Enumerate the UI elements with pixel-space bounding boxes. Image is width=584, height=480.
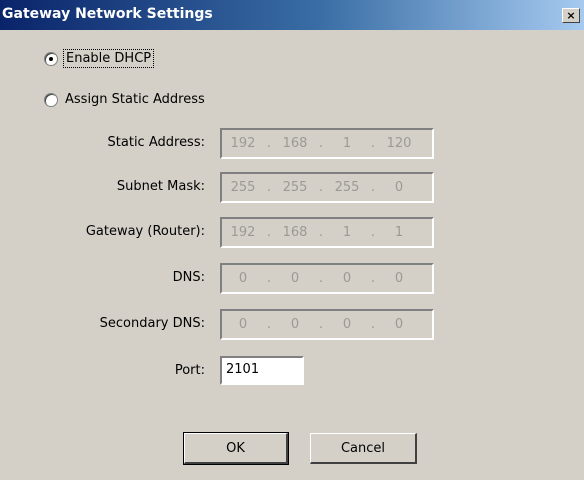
assign-static-radio[interactable]	[44, 92, 58, 107]
enable-dhcp-option[interactable]: Enable DHCP	[44, 49, 155, 68]
port-label: Port:	[174, 363, 205, 378]
ip-octet: 1	[342, 225, 352, 240]
ip-octet: 0	[290, 317, 300, 332]
static-address-label: Static Address:	[107, 135, 205, 150]
assign-static-option[interactable]: Assign Static Address	[44, 92, 205, 107]
dns-field: 0. 0. 0. 0	[220, 263, 434, 294]
ip-octet: 0	[342, 317, 352, 332]
ip-octet: 0	[342, 271, 352, 286]
dns-label: DNS:	[172, 270, 205, 285]
ip-octet: 0	[238, 317, 248, 332]
ip-octet: 0	[394, 180, 404, 195]
gateway-field: 192. 168. 1. 1	[220, 217, 434, 248]
secondary-dns-label: Secondary DNS:	[99, 316, 205, 331]
enable-dhcp-label[interactable]: Enable DHCP	[62, 49, 155, 68]
gateway-label: Gateway (Router):	[85, 224, 205, 239]
ip-octet: 120	[386, 136, 412, 151]
ip-octet: 192	[230, 136, 256, 151]
port-input[interactable]: 2101	[220, 356, 304, 385]
secondary-dns-field: 0. 0. 0. 0	[220, 309, 434, 340]
cancel-button[interactable]: Cancel	[310, 433, 417, 464]
dialog-title: Gateway Network Settings	[2, 6, 213, 22]
ip-octet: 0	[394, 317, 404, 332]
ip-octet: 255	[230, 180, 256, 195]
ip-octet: 0	[238, 271, 248, 286]
enable-dhcp-radio[interactable]	[44, 51, 58, 66]
ip-octet: 192	[230, 225, 256, 240]
close-icon: ×	[566, 9, 576, 22]
title-bar[interactable]: Gateway Network Settings ×	[0, 0, 584, 30]
ip-octet: 1	[394, 225, 404, 240]
close-button[interactable]: ×	[562, 8, 580, 23]
ip-octet: 255	[334, 180, 360, 195]
ip-octet: 0	[290, 271, 300, 286]
network-settings-dialog: Gateway Network Settings × Enable DHCP A…	[0, 0, 584, 480]
static-address-field: 192. 168. 1. 120	[220, 128, 434, 159]
ip-octet: 168	[282, 225, 308, 240]
ip-octet: 1	[342, 136, 352, 151]
subnet-mask-field: 255. 255. 255. 0	[220, 172, 434, 203]
ok-button[interactable]: OK	[183, 432, 289, 465]
ip-octet: 0	[394, 271, 404, 286]
assign-static-label[interactable]: Assign Static Address	[65, 92, 205, 107]
ip-octet: 168	[282, 136, 308, 151]
ip-octet: 255	[282, 180, 308, 195]
subnet-mask-label: Subnet Mask:	[116, 179, 205, 194]
